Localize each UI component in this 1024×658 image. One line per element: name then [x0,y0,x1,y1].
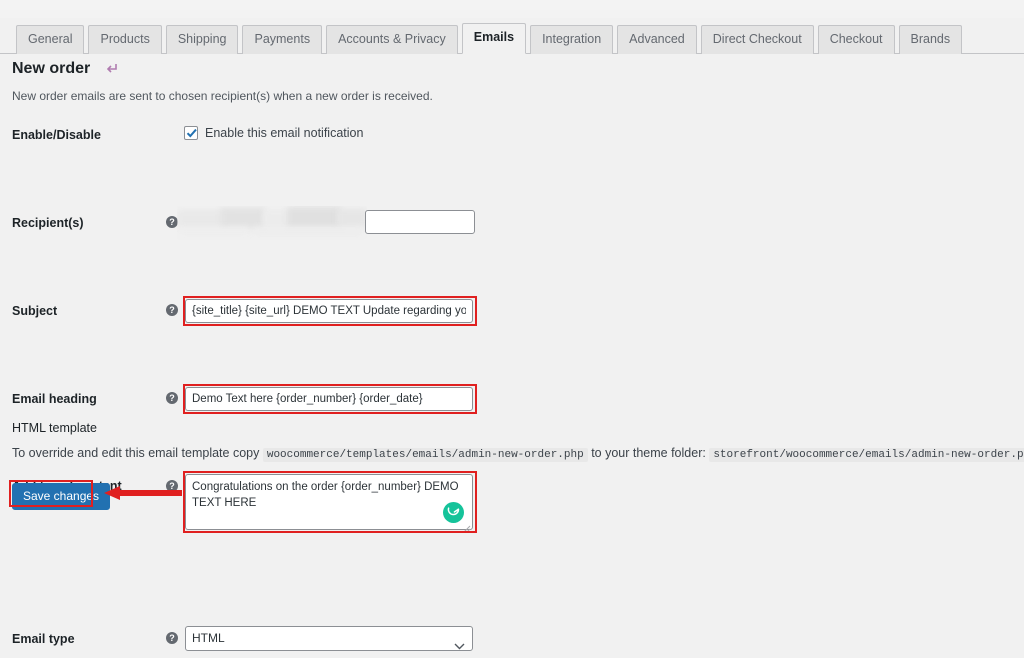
html-template-description: To override and edit this email template… [12,446,1024,462]
tab-advanced[interactable]: Advanced [617,25,697,54]
form-row-subject: Subject ? [0,206,1024,326]
form-row-additional-content: Additional content ? [0,294,1024,533]
page-title: New order [12,60,91,77]
tab-direct-checkout[interactable]: Direct Checkout [700,25,814,54]
form-row-enable: Enable/Disable Enable this email notific… [0,118,1024,162]
additional-content-textarea[interactable] [185,474,473,530]
save-changes-button[interactable]: Save changes [12,483,111,511]
email-type-selected-value: HTML [192,631,225,645]
enable-email-checkbox[interactable] [184,126,198,140]
grammarly-icon[interactable] [443,502,464,523]
form-row-email-heading: Email heading ? [0,250,1024,414]
label-enable-disable: Enable/Disable [12,128,101,142]
email-type-select[interactable]: HTML [185,626,473,651]
textarea-resize-handle[interactable] [462,520,471,533]
html-template-title: HTML template [12,421,97,435]
tab-shipping[interactable]: Shipping [165,25,239,54]
left-arrow-annotation [104,484,182,507]
tab-emails[interactable]: Emails [461,23,527,54]
tab-accounts-privacy[interactable]: Accounts & Privacy [326,25,458,54]
settings-tab-bar: General Products Shipping Payments Accou… [0,18,1024,54]
tab-brands[interactable]: Brands [898,25,963,54]
settings-tabs: General Products Shipping Payments Accou… [16,22,963,54]
enable-email-notification-field[interactable]: Enable this email notification [184,126,363,140]
tab-integration[interactable]: Integration [530,25,614,54]
chevron-down-icon [454,635,465,658]
tab-payments[interactable]: Payments [242,25,323,54]
window-top-strip [0,0,1024,18]
help-icon-email-type[interactable]: ? [166,632,178,644]
page-heading-group: New order [12,60,118,78]
tab-general[interactable]: General [16,25,85,54]
template-desc-part1: To override and edit this email template… [12,446,260,460]
template-path-theme: storefront/woocommerce/emails/admin-new-… [709,448,1024,462]
form-row-recipients: Recipient(s) ? [0,162,1024,236]
return-arrow-icon[interactable] [106,61,118,79]
tab-checkout[interactable]: Checkout [817,25,895,54]
template-desc-part2: to your theme folder: [591,446,706,460]
email-settings-form: Enable/Disable Enable this email notific… [0,118,1024,651]
page-description: New order emails are sent to chosen reci… [12,89,433,103]
template-path-source: woocommerce/templates/emails/admin-new-o… [262,448,588,462]
label-email-type: Email type [12,632,75,646]
form-row-email-type: Email type ? HTML [0,370,1024,651]
enable-email-checkbox-label: Enable this email notification [205,126,364,140]
tab-products[interactable]: Products [88,25,162,54]
